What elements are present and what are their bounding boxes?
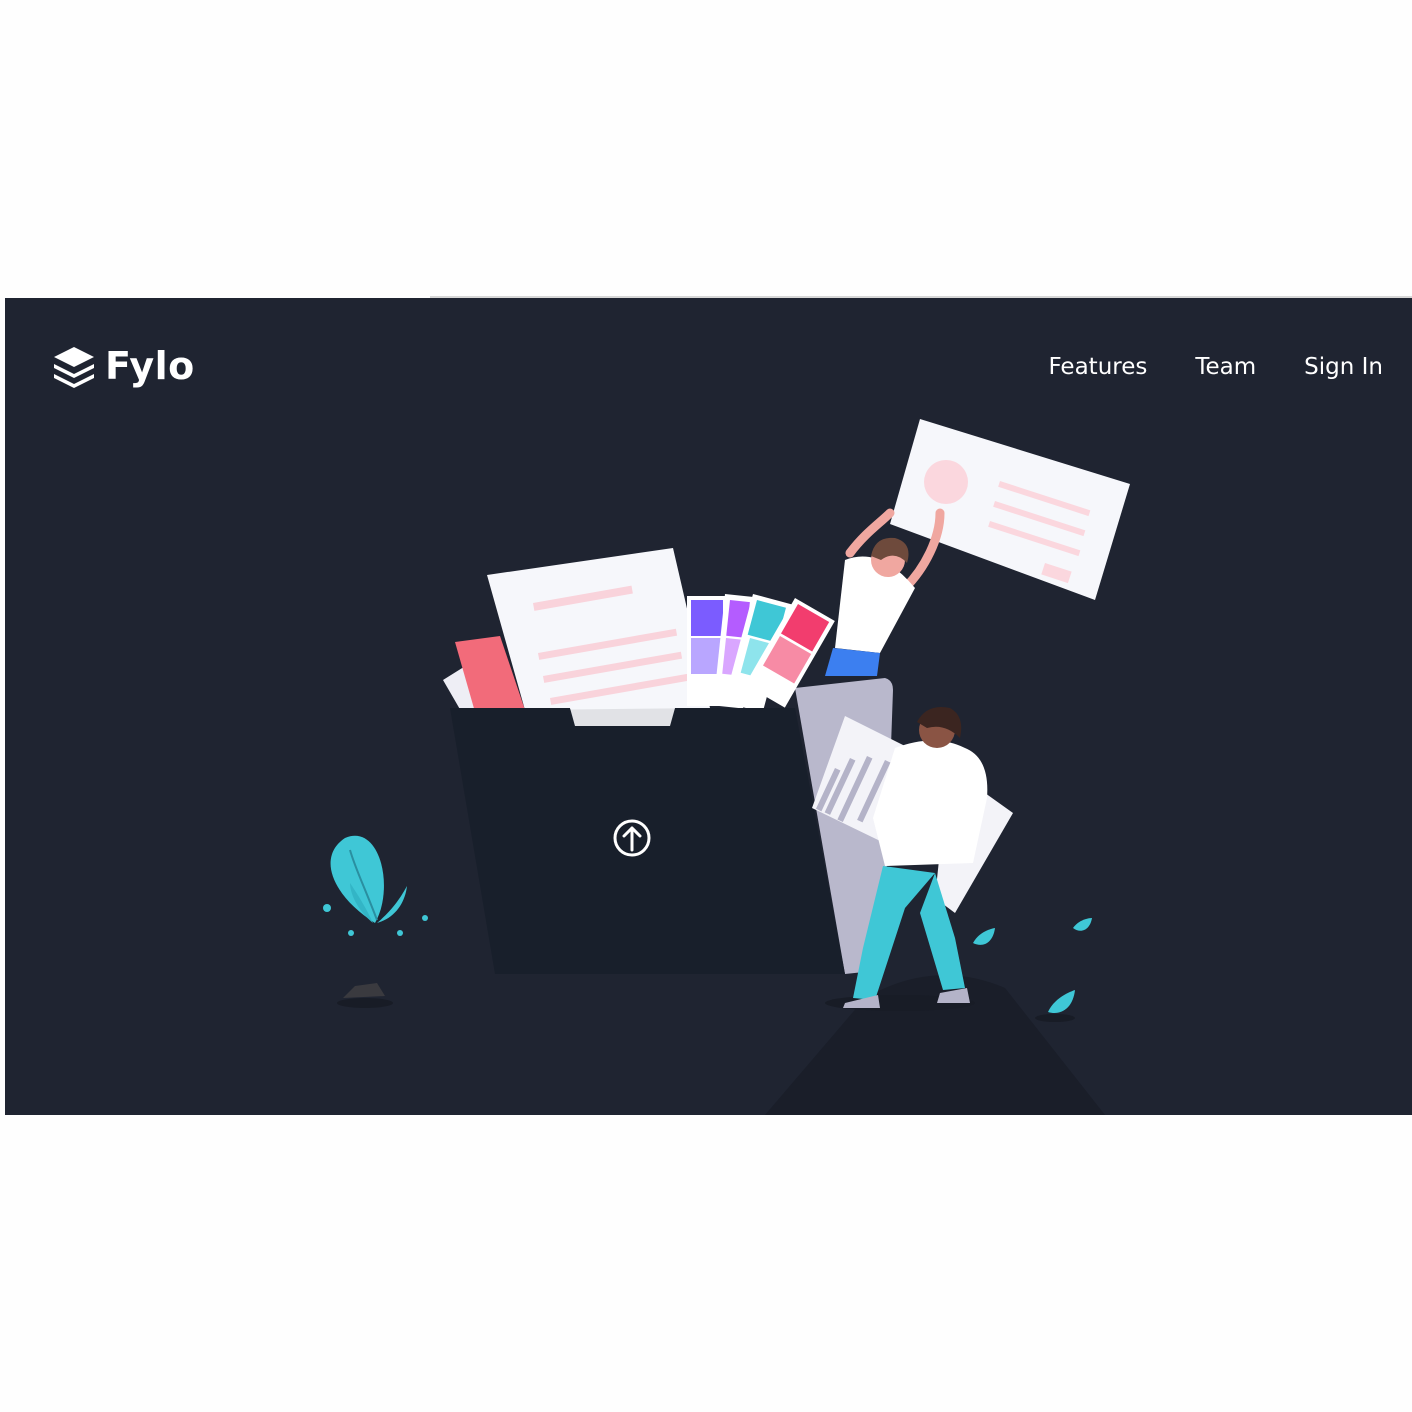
page: Fylo Features Team Sign In [0,0,1412,1412]
plant-icon [323,835,428,936]
rock [343,983,385,998]
person-top [825,419,1130,676]
hero-section: Fylo Features Team Sign In [5,298,1412,1115]
hero-illustration [323,419,1130,1115]
